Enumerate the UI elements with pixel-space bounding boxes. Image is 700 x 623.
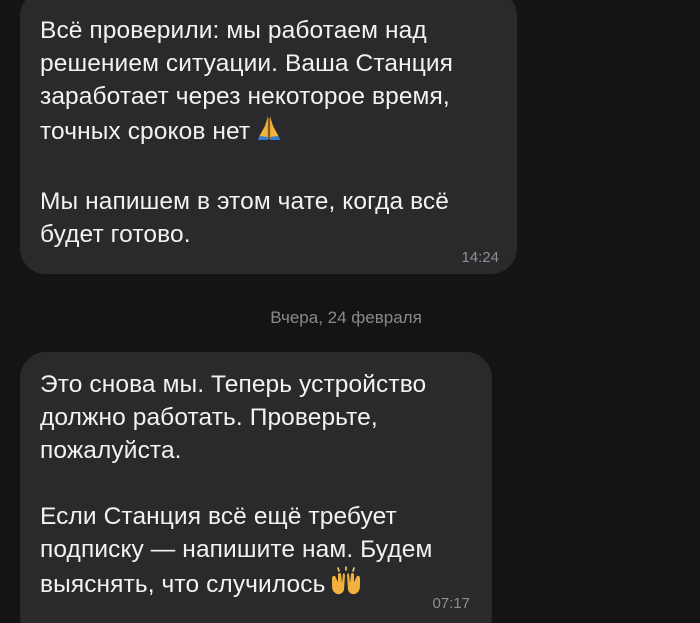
message-paragraph: Всё проверили: мы работаем над решением … [40, 14, 495, 152]
message-paragraph: Мы напишем в этом чате, когда всё будет … [40, 188, 450, 248]
raising-hands-icon [329, 566, 363, 605]
date-separator: Вчера, 24 февраля [270, 308, 422, 327]
message-paragraph: Это снова мы. Теперь устройство должно р… [40, 371, 427, 464]
praying-hands-icon [254, 113, 284, 152]
message-time: 07:17 [432, 595, 470, 612]
message-paragraph: Если Станция всё ещё требует подписку — … [40, 500, 470, 605]
chat-thread: Всё проверили: мы работаем над решением … [0, 0, 700, 623]
message-time: 14:24 [461, 249, 499, 266]
message-bubble[interactable]: Это снова мы. Теперь устройство должно р… [20, 352, 492, 623]
message-bubble[interactable]: Всё проверили: мы работаем над решением … [20, 0, 517, 274]
